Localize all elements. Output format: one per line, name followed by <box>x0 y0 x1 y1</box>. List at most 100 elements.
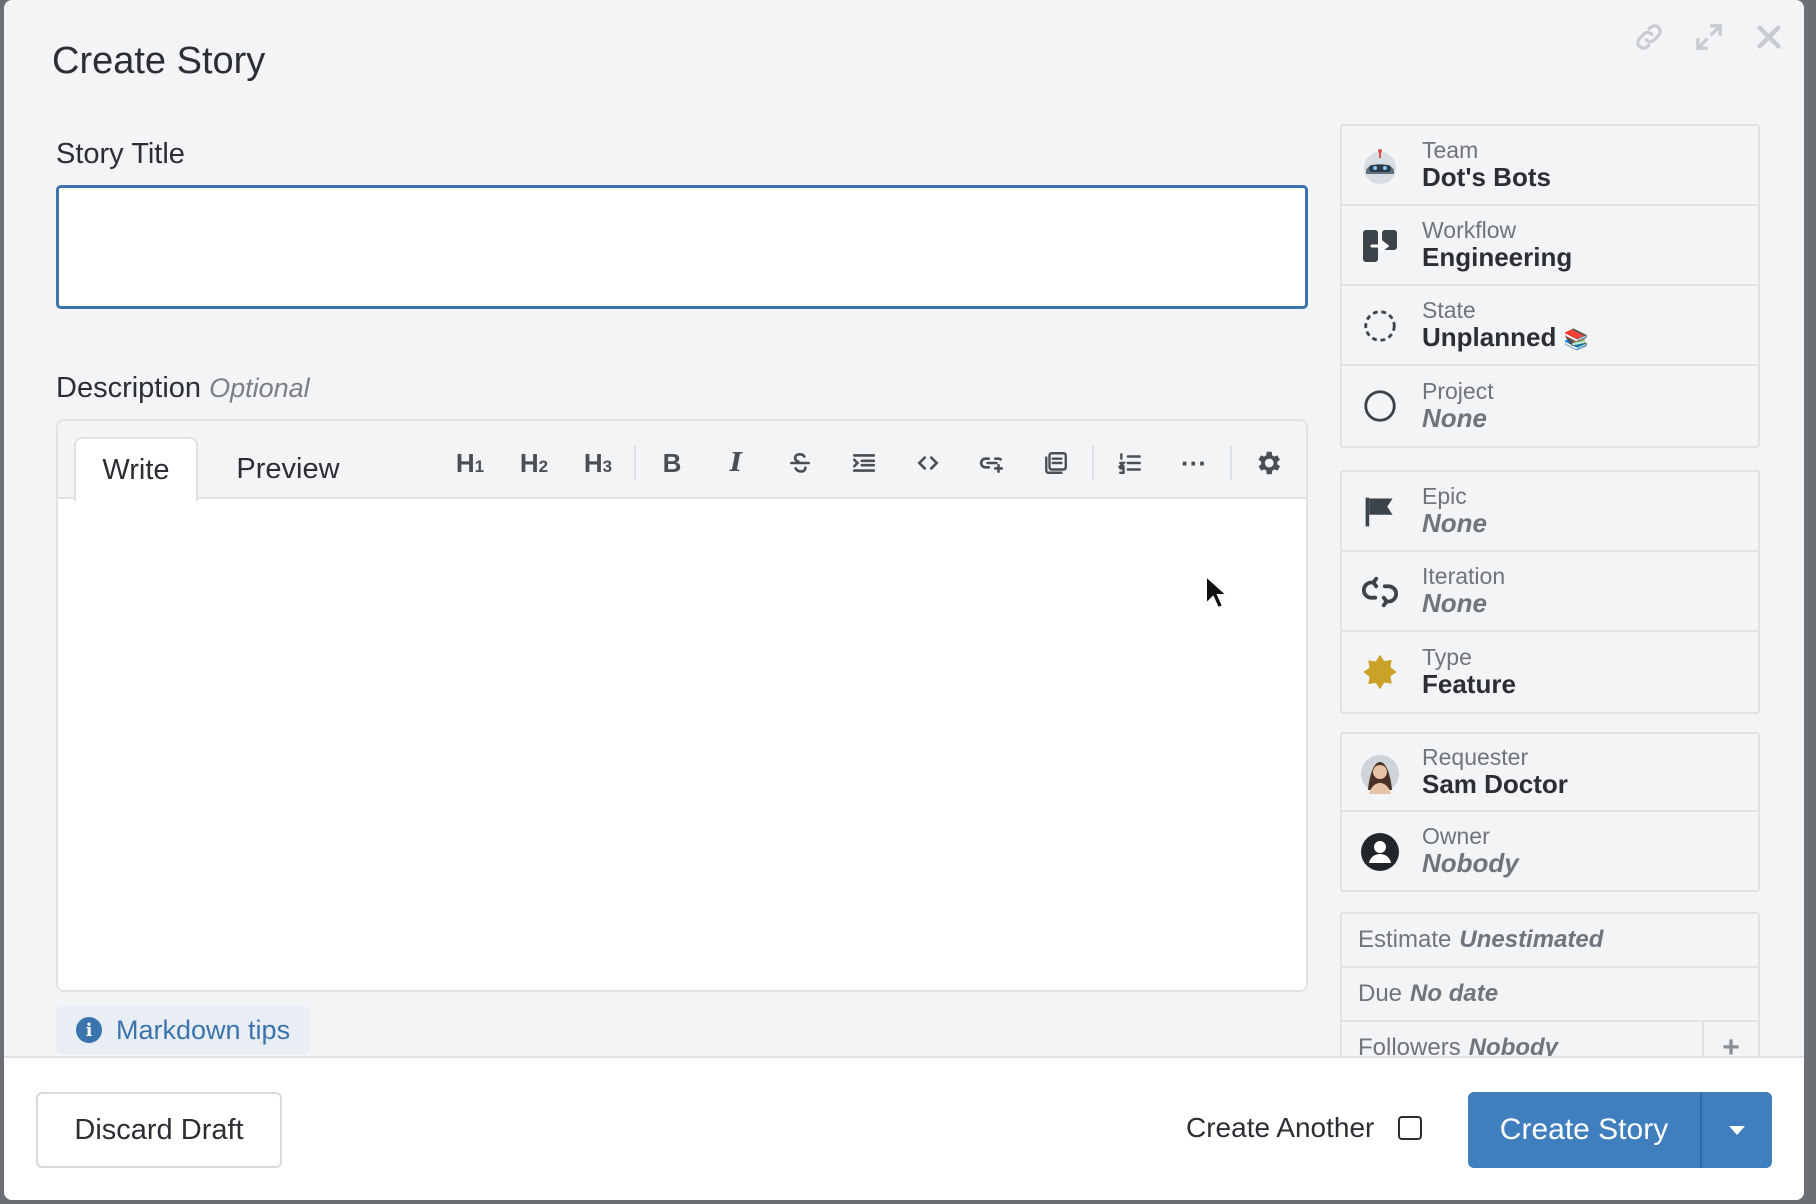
state-field[interactable]: State Unplanned 📚 <box>1342 286 1758 366</box>
italic-icon: I <box>729 448 743 478</box>
due-label: Due <box>1358 980 1403 1007</box>
markdown-tips-link[interactable]: i Markdown tips <box>56 1006 310 1054</box>
heading-1-sub: 1 <box>474 457 485 476</box>
info-icon: i <box>76 1017 102 1043</box>
story-title-label: Story Title <box>56 138 185 170</box>
estimate-value: Unestimated <box>1459 926 1604 953</box>
feature-star-icon <box>1360 652 1400 692</box>
epic-field[interactable]: Epic None <box>1342 472 1758 552</box>
type-field[interactable]: Type Feature <box>1342 632 1758 712</box>
project-label: Project <box>1422 378 1494 405</box>
state-label: State <box>1422 297 1476 324</box>
markdown-tips-label: Markdown tips <box>116 1014 291 1045</box>
toolbar-divider <box>1092 446 1094 480</box>
story-meta-panel-1: Team Dot's Bots Workflow Engineering State… <box>1340 124 1760 448</box>
team-field[interactable]: Team Dot's Bots <box>1342 126 1758 206</box>
code-button[interactable] <box>896 439 960 487</box>
modal-footer: Discard Draft Create Another Create Stor… <box>4 1056 1804 1200</box>
create-story-button[interactable]: Create Story <box>1468 1092 1772 1168</box>
state-unstarted-icon <box>1360 306 1400 346</box>
heading-2-button[interactable]: H2 <box>502 439 566 487</box>
formatting-tools: H1 H2 H3 B I ··· <box>438 439 1300 487</box>
bold-button[interactable]: B <box>640 439 704 487</box>
story-meta-panel-4: Estimate Unestimated Due No date Followers… <box>1340 912 1760 1062</box>
requester-label: Requester <box>1422 744 1529 771</box>
workflow-value: Engineering <box>1422 242 1573 273</box>
strikethrough-button[interactable] <box>768 439 832 487</box>
story-title-input[interactable] <box>56 185 1308 309</box>
state-value: Unplanned <box>1422 322 1557 353</box>
gear-icon <box>1258 451 1280 475</box>
description-label: Description Optional <box>56 372 310 405</box>
description-optional: Optional <box>209 373 310 403</box>
owner-value: Nobody <box>1422 848 1519 879</box>
estimate-field[interactable]: Estimate Unestimated <box>1342 914 1758 968</box>
add-link-icon <box>979 457 1004 473</box>
heading-2-sub: 2 <box>538 457 549 476</box>
team-avatar-icon <box>1360 146 1400 186</box>
editor-toolbar: Write Preview H1 H2 H3 B I ··· <box>58 421 1306 501</box>
story-meta-panel-2: Epic None Iteration None Type Feature <box>1340 470 1760 714</box>
description-label-text: Description <box>56 372 202 404</box>
estimate-label: Estimate <box>1358 926 1452 953</box>
more-icon: ··· <box>1181 447 1207 478</box>
requester-avatar <box>1360 754 1400 794</box>
project-field[interactable]: Project None <box>1342 366 1758 446</box>
description-editor: Write Preview H1 H2 H3 B I ··· <box>56 419 1308 992</box>
story-meta-panel-3: Requester Sam Doctor Owner Nobody <box>1340 732 1760 892</box>
heading-1-button[interactable]: H1 <box>438 439 502 487</box>
type-value: Feature <box>1422 669 1516 700</box>
create-another-label: Create Another <box>1186 1112 1375 1143</box>
iteration-field[interactable]: Iteration None <box>1342 552 1758 632</box>
modal-title: Create Story <box>52 40 266 82</box>
requester-field[interactable]: Requester Sam Doctor <box>1342 734 1758 812</box>
mouse-cursor-icon <box>1204 573 1230 617</box>
type-label: Type <box>1422 644 1472 671</box>
close-icon[interactable] <box>1752 20 1786 54</box>
indent-button[interactable] <box>832 439 896 487</box>
heading-3-sub: 3 <box>602 457 613 476</box>
create-options-dropdown[interactable] <box>1700 1092 1772 1168</box>
embed-button[interactable] <box>1024 439 1088 487</box>
team-label: Team <box>1422 137 1479 164</box>
bold-icon: B <box>662 447 682 478</box>
link-icon[interactable] <box>1632 20 1666 54</box>
heading-3-letter: H <box>583 447 603 478</box>
italic-button[interactable]: I <box>704 439 768 487</box>
chevron-down-icon <box>1729 1126 1745 1135</box>
team-value: Dot's Bots <box>1422 162 1551 193</box>
project-circle-icon <box>1360 386 1400 426</box>
workflow-field[interactable]: Workflow Engineering <box>1342 206 1758 286</box>
numbered-list-icon <box>1117 453 1141 474</box>
workflow-icon <box>1360 226 1400 266</box>
link-button[interactable] <box>960 439 1024 487</box>
flag-icon <box>1360 492 1400 532</box>
epic-label: Epic <box>1422 483 1467 510</box>
tab-preview[interactable]: Preview <box>198 437 378 501</box>
tab-write[interactable]: Write <box>74 437 198 501</box>
modal-top-actions <box>1632 20 1786 54</box>
iteration-icon <box>1360 572 1400 612</box>
create-another-checkbox[interactable] <box>1398 1116 1422 1140</box>
discard-draft-button[interactable]: Discard Draft <box>36 1092 282 1168</box>
heading-2-letter: H <box>519 447 539 478</box>
project-value: None <box>1422 403 1487 434</box>
strikethrough-icon <box>790 453 810 473</box>
more-button[interactable]: ··· <box>1162 439 1226 487</box>
owner-label: Owner <box>1422 823 1490 850</box>
owner-field[interactable]: Owner Nobody <box>1342 812 1758 890</box>
owner-avatar-icon <box>1360 832 1400 872</box>
epic-value: None <box>1422 508 1487 539</box>
settings-button[interactable] <box>1236 439 1300 487</box>
code-icon <box>917 456 939 470</box>
toolbar-divider <box>1230 446 1232 480</box>
numbered-list-button[interactable] <box>1098 439 1162 487</box>
due-field[interactable]: Due No date <box>1342 968 1758 1022</box>
toolbar-divider <box>634 446 636 480</box>
expand-icon[interactable] <box>1692 20 1726 54</box>
iteration-value: None <box>1422 588 1487 619</box>
embed-icon <box>1045 452 1067 474</box>
due-value: No date <box>1410 980 1499 1007</box>
state-value-row: Unplanned 📚 <box>1422 324 1588 351</box>
heading-3-button[interactable]: H3 <box>566 439 630 487</box>
